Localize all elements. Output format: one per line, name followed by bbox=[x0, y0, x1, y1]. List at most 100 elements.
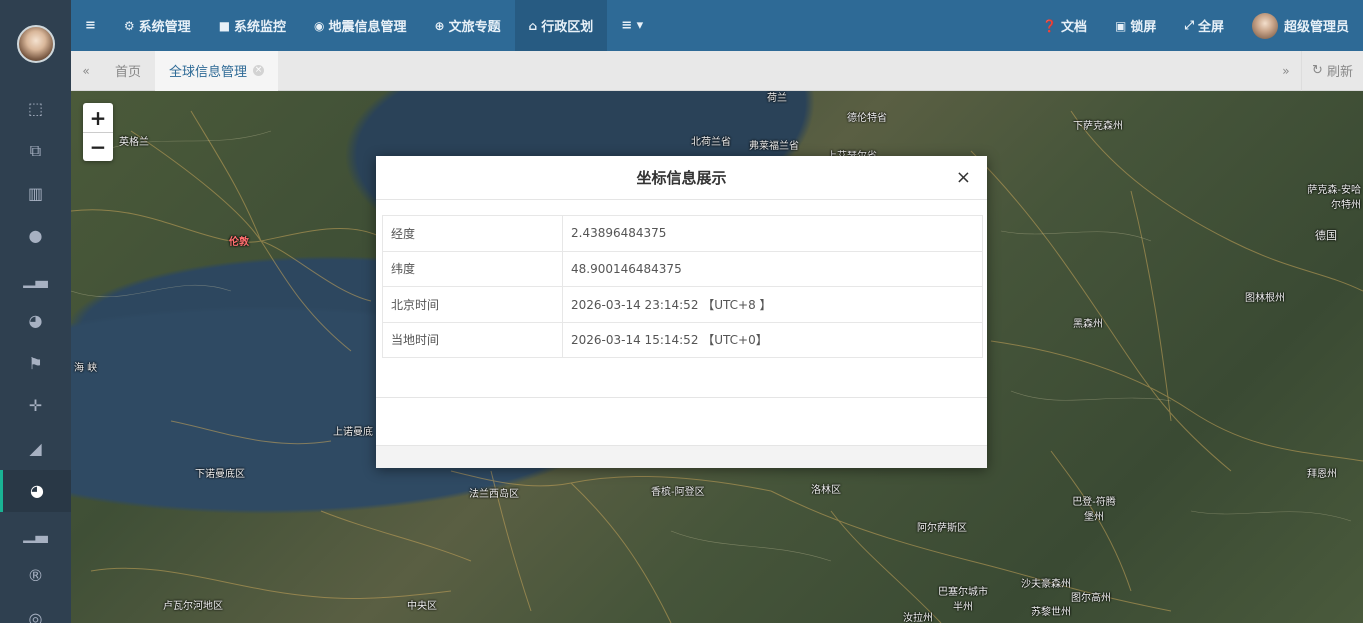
map-label: 北荷兰省 bbox=[691, 137, 731, 148]
coordinate-table: 经度 2.43896484375 纬度 48.900146484375 北京时间… bbox=[382, 215, 983, 358]
map-label: 阿尔萨斯区 bbox=[917, 523, 967, 534]
table-cell-key: 当地时间 bbox=[382, 321, 563, 358]
lock-screen-button[interactable]: ▣ 锁屏 bbox=[1101, 0, 1170, 51]
nav-item-admin-division[interactable]: ⌂ 行政区划 bbox=[514, 0, 608, 51]
modal-title: 坐标信息展示 bbox=[636, 169, 727, 187]
location-icon: ◉ bbox=[314, 18, 325, 33]
refresh-icon: ↻ bbox=[1311, 63, 1327, 78]
globe-active-icon[interactable]: ◕ bbox=[0, 469, 71, 512]
map-label: 上诺曼底 bbox=[333, 427, 373, 438]
flag-icon[interactable]: ⚑ bbox=[0, 342, 71, 385]
map-label: 拜恩州 bbox=[1307, 469, 1337, 480]
map-label: 中央区 bbox=[407, 601, 437, 612]
page-tabs-bar: « 首页 全球信息管理 × » ↻ 刷新 bbox=[71, 50, 1363, 91]
zoom-out-button[interactable]: − bbox=[83, 132, 113, 161]
left-sidebar: ⬚ ⧉ ▥ ● ▁▃ ◕ ⚑ ✛ ◢ ◕ ▁▃ ® ◎ bbox=[0, 0, 71, 623]
table-cell-key: 纬度 bbox=[382, 250, 563, 287]
sidebar-menu: ⬚ ⧉ ▥ ● ▁▃ ◕ ⚑ ✛ ◢ ◕ ▁▃ ® ◎ bbox=[0, 87, 71, 623]
area-chart-icon[interactable]: ◢ bbox=[0, 427, 71, 470]
tab-home[interactable]: 首页 bbox=[101, 51, 155, 91]
docs-link[interactable]: ❓ 文档 bbox=[1028, 0, 1101, 51]
map-label: 伦敦 bbox=[229, 237, 249, 248]
map-icon[interactable]: ▥ bbox=[0, 172, 71, 215]
avatar[interactable] bbox=[16, 24, 55, 63]
map-label: 法兰西岛区 bbox=[469, 489, 519, 500]
map-label: 巴登-符腾堡州 bbox=[1072, 497, 1116, 523]
frames-icon[interactable]: ⧉ bbox=[0, 130, 71, 173]
map-label: 沙夫豪森州 bbox=[1021, 579, 1071, 590]
double-left-icon: « bbox=[82, 63, 90, 78]
modal-header: 坐标信息展示 × bbox=[376, 156, 987, 200]
lock-label: 锁屏 bbox=[1130, 20, 1157, 35]
menu-toggle-button[interactable]: ≡ bbox=[71, 0, 110, 51]
sidebar-avatar-area bbox=[0, 0, 71, 87]
registered-icon[interactable]: ® bbox=[0, 555, 71, 598]
table-row: 纬度 48.900146484375 bbox=[382, 250, 983, 287]
map-label: 弗莱福兰省 bbox=[749, 141, 799, 152]
table-cell-key: 经度 bbox=[382, 215, 563, 252]
globe-icon: ⊕ bbox=[434, 18, 445, 33]
lifebuoy-icon[interactable]: ◎ bbox=[0, 597, 71, 623]
table-cell-value: 2026-03-14 23:14:52 【UTC+8 】 bbox=[562, 286, 983, 323]
table-row: 经度 2.43896484375 bbox=[382, 215, 983, 252]
lock-icon: ▣ bbox=[1115, 18, 1127, 33]
frame-icon[interactable]: ⬚ bbox=[0, 87, 71, 130]
docs-label: 文档 bbox=[1060, 20, 1087, 35]
map-label: 卢瓦尔河地区 bbox=[163, 601, 223, 612]
map-label: 下萨克森州 bbox=[1073, 121, 1123, 132]
map-label: 荷兰 bbox=[767, 93, 787, 104]
expand-icon: ⤢ bbox=[1184, 18, 1194, 32]
map-label: 图尔高州 bbox=[1071, 593, 1111, 604]
refresh-label: 刷新 bbox=[1326, 65, 1353, 80]
nav-item-culture-tourism[interactable]: ⊕ 文旅专题 bbox=[421, 0, 515, 51]
nav-label: 地震信息管理 bbox=[328, 20, 407, 35]
fullscreen-label: 全屏 bbox=[1197, 20, 1224, 35]
user-menu[interactable]: 超级管理员 bbox=[1238, 0, 1363, 51]
map-label: 巴塞尔城市半州 bbox=[938, 587, 988, 613]
user-avatar bbox=[1251, 12, 1278, 39]
table-cell-value: 2.43896484375 bbox=[562, 215, 983, 252]
nav-item-system-management[interactable]: ⚙ 系统管理 bbox=[110, 0, 205, 51]
map-label: 汝拉州 bbox=[903, 613, 933, 623]
modal-footer bbox=[376, 398, 987, 446]
refresh-button[interactable]: ↻ 刷新 bbox=[1300, 50, 1363, 91]
modal-body: 经度 2.43896484375 纬度 48.900146484375 北京时间… bbox=[376, 200, 987, 398]
globe-icon[interactable]: ◕ bbox=[0, 300, 71, 343]
zoom-in-button[interactable]: + bbox=[83, 103, 113, 132]
bar-chart-icon-2[interactable]: ▁▃ bbox=[0, 512, 71, 555]
coordinate-info-modal: 坐标信息展示 × 经度 2.43896484375 纬度 48.90014648… bbox=[376, 156, 987, 468]
nav-label: 系统管理 bbox=[138, 20, 191, 35]
close-icon[interactable]: × bbox=[956, 168, 971, 188]
user-name: 超级管理员 bbox=[1283, 20, 1349, 35]
fullscreen-button[interactable]: ⤢ 全屏 bbox=[1170, 0, 1238, 51]
pin-icon[interactable]: ● bbox=[0, 215, 71, 258]
table-row: 当地时间 2026-03-14 15:14:52 【UTC+0】 bbox=[382, 321, 983, 358]
map-label: 黑森州 bbox=[1073, 319, 1103, 330]
map-label: 海 峡 bbox=[74, 363, 98, 374]
tab-close-icon[interactable]: × bbox=[253, 65, 265, 76]
map-label: 苏黎世州 bbox=[1031, 607, 1071, 618]
question-icon: ❓ bbox=[1042, 18, 1057, 33]
map-label: 图林根州 bbox=[1245, 293, 1285, 304]
modal-bottom-bar bbox=[376, 446, 987, 468]
tab-global-info[interactable]: 全球信息管理 × bbox=[155, 50, 279, 91]
bars-icon: ≡ bbox=[85, 18, 96, 33]
nav-item-earthquake-info[interactable]: ◉ 地震信息管理 bbox=[300, 0, 421, 51]
map-label: 香槟-阿登区 bbox=[651, 487, 705, 498]
nav-label: 行政区划 bbox=[541, 20, 594, 35]
tab-label: 全球信息管理 bbox=[169, 65, 248, 80]
list-dropdown-icon: ≡ ▾ bbox=[621, 18, 644, 33]
map-label: 下诺曼底区 bbox=[195, 469, 245, 480]
tabs-scroll-left-button[interactable]: « bbox=[71, 51, 101, 91]
move-icon[interactable]: ✛ bbox=[0, 385, 71, 428]
bar-chart-icon[interactable]: ▁▃ bbox=[0, 257, 71, 300]
map-label: 洛林区 bbox=[811, 485, 841, 496]
map-label: 德国 bbox=[1315, 229, 1337, 242]
table-cell-value: 48.900146484375 bbox=[562, 250, 983, 287]
nav-item-system-monitor[interactable]: ■ 系统监控 bbox=[205, 0, 300, 51]
table-cell-value: 2026-03-14 15:14:52 【UTC+0】 bbox=[562, 321, 983, 358]
nav-more-dropdown[interactable]: ≡ ▾ bbox=[607, 0, 657, 51]
table-row: 北京时间 2026-03-14 23:14:52 【UTC+8 】 bbox=[382, 286, 983, 323]
tabs-scroll-right-button[interactable]: » bbox=[1271, 51, 1301, 91]
nav-label: 文旅专题 bbox=[448, 20, 501, 35]
